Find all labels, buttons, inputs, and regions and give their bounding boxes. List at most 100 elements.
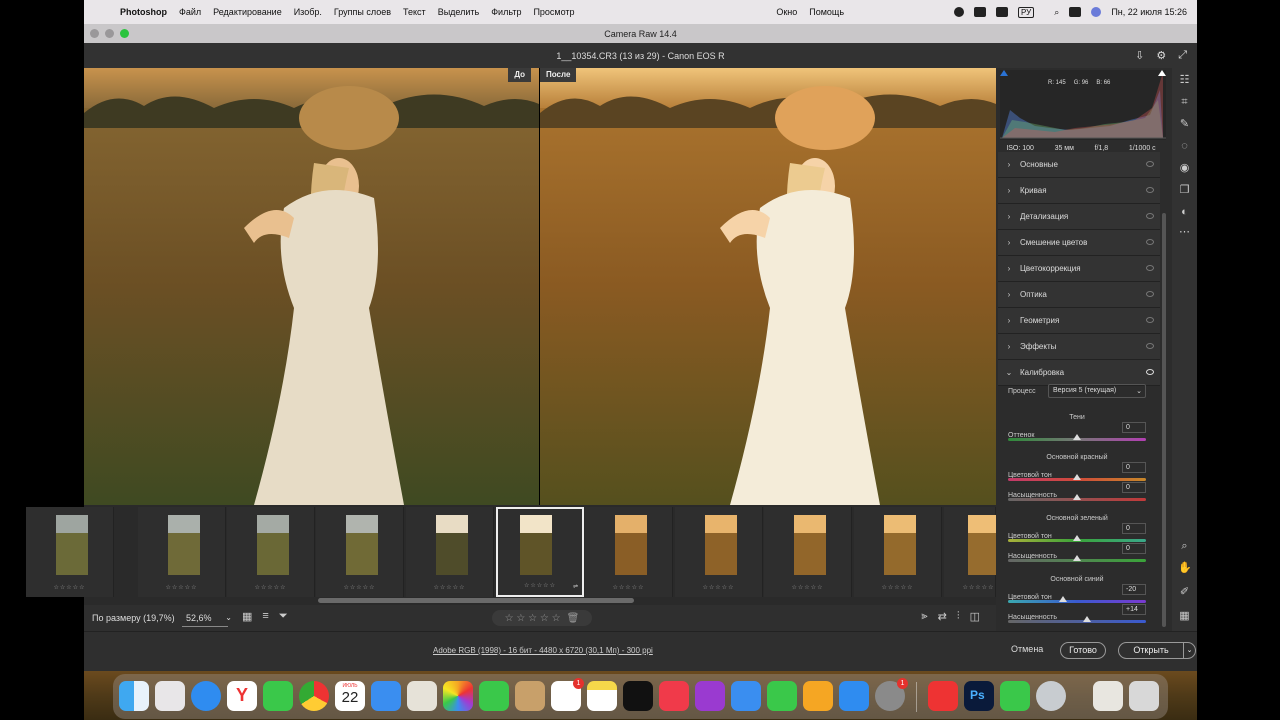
save-image-icon[interactable]: ⇩ (1135, 49, 1144, 62)
filmstrip-thumb[interactable]: ☆☆☆☆☆ (944, 507, 996, 597)
shadows-tint-slider[interactable]: Оттенок 0 (1008, 422, 1156, 442)
panel-scrollbar[interactable] (1162, 213, 1166, 627)
eye-icon[interactable] (1146, 291, 1154, 297)
photoshop-icon[interactable]: Ps (964, 681, 994, 711)
menu-window[interactable]: Окно (776, 7, 797, 17)
thumb-stars[interactable]: ☆☆☆☆☆ (316, 584, 403, 591)
record-icon[interactable] (954, 7, 965, 17)
before-after-mode-icon[interactable]: ⫸ (921, 610, 927, 623)
section-effects[interactable]: › Эффекты (998, 334, 1160, 360)
messages-icon[interactable] (263, 681, 293, 711)
slider-value-input[interactable]: 0 (1122, 543, 1146, 554)
menu-type[interactable]: Текст (403, 7, 426, 17)
music-icon[interactable] (659, 681, 689, 711)
filmstrip-thumb[interactable]: ☆☆☆☆☆ (26, 507, 114, 597)
facetime-icon[interactable] (479, 681, 509, 711)
reminders-icon[interactable]: 1 (551, 678, 584, 711)
game-controller-icon[interactable] (1000, 681, 1030, 711)
control-center-icon[interactable] (1069, 7, 1082, 17)
rating-stars[interactable]: ☆ ☆ ☆ ☆ ☆ (505, 613, 561, 624)
filmstrip-thumb[interactable]: ☆☆☆☆☆ (138, 507, 226, 597)
keynote-icon[interactable] (731, 681, 761, 711)
slider-knob[interactable] (1059, 596, 1067, 602)
shadow-clipping-indicator[interactable] (1000, 70, 1008, 76)
sort-icon[interactable]: ≡ (262, 610, 268, 623)
zoom-window-button[interactable] (120, 29, 129, 38)
close-window-button[interactable] (90, 29, 99, 38)
maps-icon[interactable] (407, 681, 437, 711)
gear-icon[interactable]: ⚙ (1156, 49, 1166, 62)
filmstrip-thumb[interactable]: ☆☆☆☆☆ (227, 507, 315, 597)
section-geometry[interactable]: › Геометрия (998, 308, 1160, 334)
contacts-icon[interactable] (515, 681, 545, 711)
preview-canvas[interactable]: До После (84, 68, 996, 505)
eye-icon[interactable] (1146, 265, 1154, 271)
eye-icon[interactable] (1146, 213, 1154, 219)
keyboard-layout-indicator[interactable]: РУ (1018, 6, 1035, 18)
filmstrip-view-icon[interactable]: ▦ (242, 610, 252, 623)
thumb-stars[interactable]: ☆☆☆☆☆ (962, 584, 995, 591)
trash-icon[interactable] (1129, 681, 1159, 711)
zoom-tool-icon[interactable]: ⌕ (1178, 540, 1191, 553)
crop-icon[interactable]: ⌗ (1178, 96, 1191, 109)
thumb-stars[interactable]: ☆☆☆☆☆ (406, 584, 493, 591)
thumb-stars[interactable]: ☆☆☆☆☆ (138, 584, 225, 591)
eye-icon[interactable] (1146, 317, 1154, 323)
siri-icon[interactable] (1091, 7, 1102, 17)
app-store-icon[interactable] (839, 681, 869, 711)
process-version-select[interactable]: Версия 5 (текущая) ⌄ (1048, 384, 1146, 398)
filter-icon[interactable]: ⏷ (279, 610, 288, 623)
finder-icon[interactable] (119, 681, 149, 711)
menu-view[interactable]: Просмотр (533, 7, 574, 17)
slider-track[interactable] (1008, 620, 1146, 623)
thumb-stars[interactable]: ☆☆☆☆☆ (854, 584, 941, 591)
system-settings-icon[interactable]: 1 (875, 678, 908, 711)
launchpad-icon[interactable] (155, 681, 185, 711)
slider-value-input[interactable]: 0 (1122, 482, 1146, 493)
screen-mirror-icon[interactable] (996, 7, 1009, 17)
before-photo[interactable]: До (84, 68, 539, 505)
red-saturation-slider[interactable]: Насыщенность 0 (1008, 482, 1156, 502)
slider-track[interactable] (1008, 600, 1146, 603)
grid-icon[interactable]: ▦ (1178, 610, 1191, 623)
mail-icon[interactable] (371, 681, 401, 711)
presets-icon[interactable]: ◐ (1178, 206, 1191, 219)
thumb-stars[interactable]: ☆☆☆☆☆ (585, 584, 672, 591)
blue-saturation-slider[interactable]: Насыщенность +14 (1008, 604, 1156, 624)
filmstrip-thumb[interactable]: ☆☆☆☆☆ (854, 507, 942, 597)
slider-value-input[interactable]: 0 (1122, 422, 1146, 433)
menu-filter[interactable]: Фильтр (491, 7, 521, 17)
menu-edit[interactable]: Редактирование (213, 7, 282, 17)
anydesk-icon[interactable] (928, 681, 958, 711)
slider-value-input[interactable]: -20 (1122, 584, 1146, 595)
copy-settings-icon[interactable]: ⫶ (957, 610, 960, 623)
thumb-stars[interactable]: ☆☆☆☆☆ (26, 584, 113, 591)
thumb-stars[interactable]: ☆☆☆☆☆ (675, 584, 762, 591)
menu-image[interactable]: Изобр. (294, 7, 322, 17)
podcasts-icon[interactable] (695, 681, 725, 711)
section-detail[interactable]: › Детализация (998, 204, 1160, 230)
trash-icon[interactable]: 🗑 (567, 613, 580, 624)
thumb-stars[interactable]: ☆☆☆☆☆ (498, 582, 582, 589)
numbers-icon[interactable] (767, 681, 797, 711)
zoom-level-select[interactable]: 52,6% ⌄ (182, 609, 232, 627)
highlight-clipping-indicator[interactable] (1158, 70, 1166, 76)
thumb-stars[interactable]: ☆☆☆☆☆ (227, 584, 314, 591)
fullscreen-icon[interactable]: ⤢ (1178, 49, 1187, 62)
red-hue-slider[interactable]: Цветовой тон 0 (1008, 462, 1156, 482)
eye-icon[interactable] (1146, 161, 1154, 167)
quicktime-icon[interactable] (1036, 681, 1066, 711)
document-stack-icon[interactable] (1093, 681, 1123, 711)
slider-value-input[interactable]: 0 (1122, 523, 1146, 534)
slider-knob[interactable] (1073, 494, 1081, 500)
menu-help[interactable]: Помощь (809, 7, 844, 17)
filmstrip-thumb[interactable]: ☆☆☆☆☆ (764, 507, 852, 597)
eye-icon[interactable] (1146, 343, 1154, 349)
safari-icon[interactable] (191, 681, 221, 711)
apple-tv-icon[interactable] (623, 681, 653, 711)
done-button[interactable]: Готово (1060, 642, 1106, 659)
slider-knob[interactable] (1083, 616, 1091, 622)
more-icon[interactable]: ⋯ (1178, 226, 1191, 239)
eye-icon[interactable] (1146, 369, 1154, 375)
swap-settings-icon[interactable]: ⇄ (938, 610, 947, 623)
